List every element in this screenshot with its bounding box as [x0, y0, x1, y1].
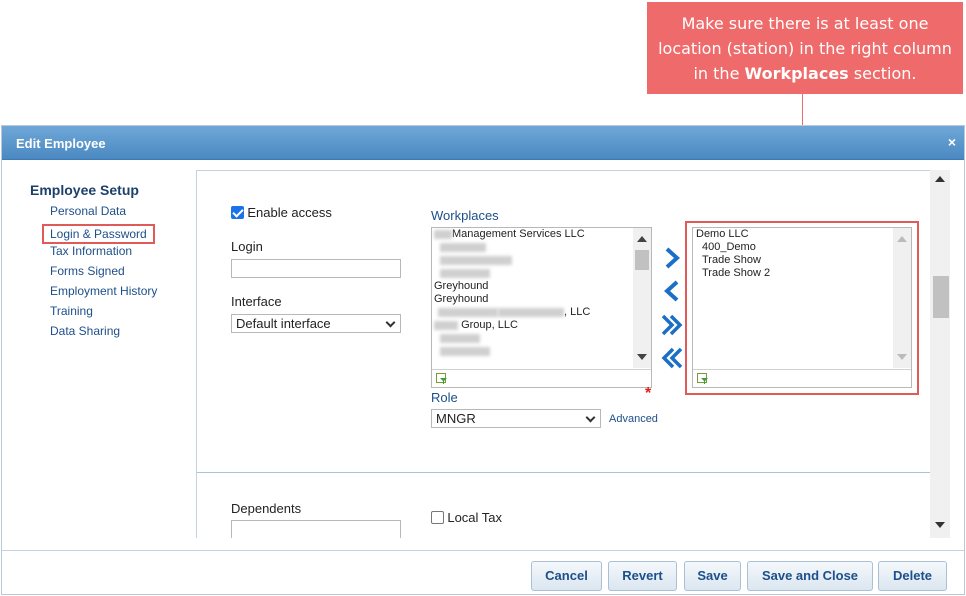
- list-scrollbar[interactable]: [633, 228, 651, 368]
- local-tax-checkbox[interactable]: [431, 511, 444, 524]
- list-footer: [432, 369, 651, 387]
- move-right-icon[interactable]: [660, 246, 684, 270]
- callout-line-1: Make sure there is at least one: [681, 14, 929, 33]
- content-scrollbar[interactable]: [930, 170, 950, 538]
- interface-value: Default interface: [236, 316, 331, 331]
- nav-item-employment-history[interactable]: Employment History: [50, 284, 157, 304]
- list-item[interactable]: Management Services LLC: [432, 228, 651, 241]
- enable-access-row: Enable access: [231, 205, 332, 220]
- enable-access-label: Enable access: [247, 205, 332, 220]
- move-all-left-icon[interactable]: [660, 346, 684, 370]
- role-label: Role: [431, 390, 458, 405]
- role-select[interactable]: MNGR: [431, 409, 601, 428]
- scroll-up-icon[interactable]: [637, 236, 647, 242]
- list-item[interactable]: [432, 241, 651, 254]
- list-item[interactable]: Greyhound: [432, 280, 651, 293]
- move-all-right-icon[interactable]: [660, 313, 684, 337]
- list-item[interactable]: Greyhound: [432, 293, 651, 306]
- list-item[interactable]: Trade Show: [693, 254, 911, 267]
- workplaces-label: Workplaces: [431, 208, 499, 223]
- nav-item-login-password[interactable]: Login & Password: [42, 224, 155, 244]
- section-divider: [197, 472, 930, 473]
- list-item[interactable]: Demo LLC: [693, 228, 911, 241]
- local-tax-label: Local Tax: [447, 510, 503, 525]
- callout-bold-text: Workplaces: [744, 64, 849, 83]
- chevron-down-icon: [585, 412, 596, 423]
- required-asterisk-icon: *: [645, 385, 652, 402]
- interface-select[interactable]: Default interface: [231, 314, 401, 333]
- scroll-up-icon[interactable]: [897, 236, 907, 242]
- nav-item-training[interactable]: Training: [50, 304, 157, 324]
- scroll-down-icon[interactable]: [897, 354, 907, 360]
- close-icon[interactable]: ×: [948, 134, 956, 150]
- nav-item-data-sharing[interactable]: Data Sharing: [50, 324, 157, 344]
- role-value: MNGR: [436, 411, 476, 426]
- dialog-title: Edit Employee: [16, 136, 106, 151]
- list-item[interactable]: , LLC: [432, 306, 651, 319]
- save-button[interactable]: Save: [684, 561, 741, 591]
- interface-label: Interface: [231, 294, 282, 309]
- cancel-button[interactable]: Cancel: [531, 561, 602, 591]
- available-workplaces-list[interactable]: Management Services LLC Greyhound Greyho…: [431, 227, 652, 388]
- list-item[interactable]: [432, 345, 651, 358]
- move-left-icon[interactable]: [660, 279, 684, 303]
- scroll-up-icon[interactable]: [935, 176, 945, 182]
- advanced-link[interactable]: Advanced: [609, 413, 658, 425]
- scroll-down-icon[interactable]: [637, 354, 647, 360]
- callout-line-3: in the Workplaces section.: [647, 61, 963, 86]
- chevron-down-icon: [385, 317, 396, 328]
- list-item[interactable]: [432, 267, 651, 280]
- dependents-label: Dependents: [231, 501, 302, 516]
- callout-text: in the: [693, 64, 745, 83]
- dialog-footer: Cancel Revert Save Save and Close Delete: [2, 550, 964, 595]
- login-input[interactable]: [231, 259, 401, 278]
- enable-access-checkbox[interactable]: [231, 206, 244, 219]
- local-tax-row: Local Tax: [431, 510, 502, 525]
- edit-employee-dialog: Edit Employee × Employee Setup Personal …: [1, 125, 965, 595]
- callout-text: section.: [848, 64, 917, 83]
- dialog-title-bar[interactable]: Edit Employee ×: [2, 126, 964, 160]
- scroll-down-icon[interactable]: [935, 522, 945, 528]
- list-scrollbar[interactable]: [893, 228, 911, 368]
- sidebar-nav: Employee Setup Personal Data Login & Pas…: [30, 182, 157, 344]
- scroll-thumb[interactable]: [635, 250, 649, 270]
- list-item[interactable]: Group, LLC: [432, 319, 651, 332]
- list-item[interactable]: [432, 332, 651, 345]
- login-label: Login: [231, 239, 263, 254]
- filter-icon[interactable]: [697, 373, 709, 385]
- dependents-input[interactable]: [231, 520, 401, 538]
- nav-item-forms-signed[interactable]: Forms Signed: [50, 264, 157, 284]
- nav-heading: Employee Setup: [30, 182, 139, 198]
- list-footer: [693, 369, 911, 387]
- callout-pointer-line: [802, 94, 803, 125]
- scroll-thumb[interactable]: [933, 276, 949, 318]
- save-and-close-button[interactable]: Save and Close: [747, 561, 873, 591]
- list-item[interactable]: Trade Show 2: [693, 267, 911, 280]
- nav-item-personal-data[interactable]: Personal Data: [50, 204, 157, 224]
- selected-workplaces-list[interactable]: Demo LLC 400_Demo Trade Show Trade Show …: [692, 227, 912, 388]
- callout-line-2: location (station) in the right column: [658, 39, 952, 58]
- delete-button[interactable]: Delete: [878, 561, 947, 591]
- list-item[interactable]: [432, 254, 651, 267]
- filter-icon[interactable]: [436, 373, 448, 385]
- instruction-callout: Make sure there is at least one location…: [647, 2, 963, 94]
- nav-item-tax-information[interactable]: Tax Information: [50, 244, 157, 264]
- revert-button[interactable]: Revert: [608, 561, 677, 591]
- list-item[interactable]: 400_Demo: [693, 241, 911, 254]
